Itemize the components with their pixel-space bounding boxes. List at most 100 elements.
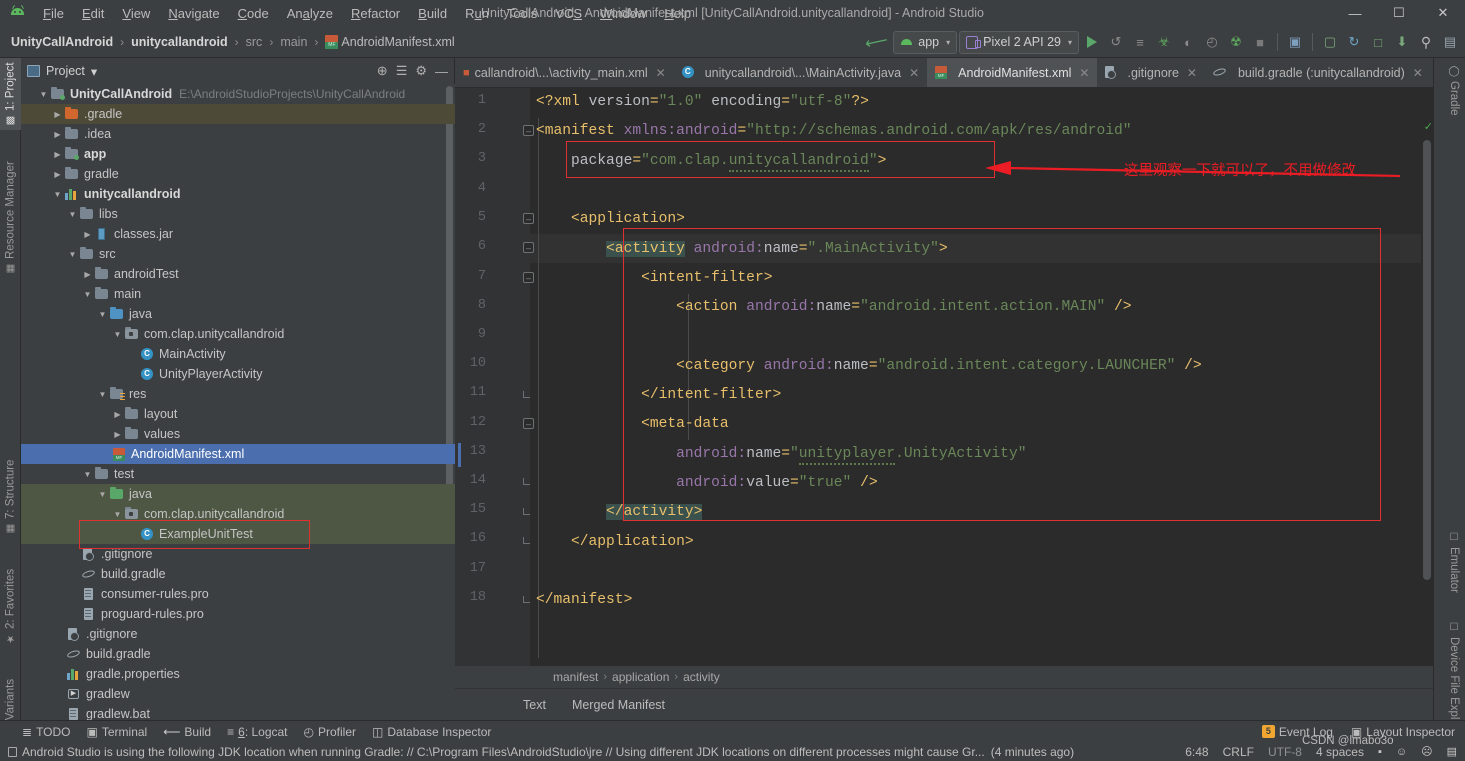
tree-item-module-gitignore[interactable]: .gitignore — [21, 544, 455, 564]
tool-window-terminal[interactable]: ▣ Terminal — [87, 725, 148, 739]
menu-navigate[interactable]: Navigate — [159, 3, 228, 24]
tree-item-values[interactable]: ▶ values — [21, 424, 455, 444]
tree-item-root-gitignore[interactable]: .gitignore — [21, 624, 455, 644]
ide-widget-icon[interactable]: ▤ — [1447, 745, 1457, 758]
tree-item-consumer-rules[interactable]: consumer-rules.pro — [21, 584, 455, 604]
editor-gutter[interactable]: 1 2 3 4 5 6 7 8 9 10 11 12 13 14 15 16 1… — [455, 88, 534, 688]
tool-window-todo[interactable]: ≣ TODO — [22, 725, 71, 739]
fold-end-marker-icon[interactable] — [523, 391, 530, 398]
menu-code[interactable]: Code — [229, 3, 278, 24]
tree-item-main-package[interactable]: ▼ com.clap.unitycallandroid — [21, 324, 455, 344]
hide-panel-icon[interactable]: — — [435, 64, 448, 79]
menu-refactor[interactable]: Refactor — [342, 3, 409, 24]
maximize-button[interactable]: ☐ — [1377, 0, 1421, 26]
tree-item-test[interactable]: ▼ test — [21, 464, 455, 484]
expand-arrow-icon[interactable]: ▶ — [111, 410, 124, 419]
menu-build[interactable]: Build — [409, 3, 456, 24]
tool-window-build[interactable]: ⟵ Build — [163, 725, 211, 739]
run-coverage-icon[interactable]: ☢ — [1225, 30, 1247, 54]
menu-help[interactable]: Help — [655, 3, 700, 24]
account-icon[interactable]: ▤ — [1439, 30, 1461, 54]
tree-item-unity-player-activity[interactable]: C UnityPlayerActivity — [21, 364, 455, 384]
minimize-button[interactable]: — — [1333, 0, 1377, 26]
tree-item-gradle-dir[interactable]: ▶ .gradle — [21, 104, 455, 124]
close-icon[interactable]: ✕ — [909, 66, 919, 80]
expand-arrow-icon[interactable]: ▶ — [51, 110, 64, 119]
tree-item-project-root[interactable]: ▼ UnityCallAndroid E:\AndroidStudioProje… — [21, 84, 455, 104]
expand-arrow-icon[interactable]: ▼ — [66, 210, 79, 219]
menu-view[interactable]: View — [113, 3, 159, 24]
expand-arrow-icon[interactable]: ▼ — [111, 330, 124, 339]
tab-text[interactable]: Text — [521, 692, 548, 723]
editor-scrollbar[interactable]: ✓ — [1421, 118, 1433, 688]
editor-breadcrumb-activity[interactable]: activity — [683, 670, 720, 684]
notification-icon[interactable] — [8, 746, 17, 757]
sdk-manager-icon[interactable]: ▣ — [1284, 30, 1306, 54]
apply-code-changes-icon[interactable]: ≡ — [1129, 30, 1151, 54]
menu-file[interactable]: File — [34, 3, 73, 24]
editor-scrollbar-thumb[interactable] — [1423, 140, 1431, 580]
close-button[interactable]: ✕ — [1421, 0, 1465, 26]
expand-arrow-icon[interactable]: ▶ — [51, 150, 64, 159]
tree-item-main-activity[interactable]: C MainActivity — [21, 344, 455, 364]
breadcrumb-item-main[interactable]: main — [276, 33, 311, 51]
fold-end-marker-icon[interactable] — [523, 508, 530, 515]
feedback-happy-icon[interactable]: ☺ — [1396, 746, 1407, 758]
expand-arrow-icon[interactable]: ▶ — [111, 430, 124, 439]
tree-item-proguard-rules[interactable]: proguard-rules.pro — [21, 604, 455, 624]
tree-item-example-unit-test[interactable]: C ExampleUnitTest — [21, 524, 455, 544]
close-icon[interactable]: ✕ — [1413, 66, 1423, 80]
breadcrumb-item-project[interactable]: UnityCallAndroid — [7, 33, 117, 51]
expand-arrow-icon[interactable]: ▼ — [51, 190, 64, 199]
close-icon[interactable]: ✕ — [656, 66, 666, 80]
debug-icon[interactable]: ☣ — [1153, 30, 1175, 54]
status-message[interactable]: Android Studio is using the following JD… — [22, 745, 985, 759]
breadcrumb-item-file[interactable]: MF AndroidManifest.xml — [321, 33, 458, 51]
tool-window-logcat[interactable]: ≡ 6: Logcat — [227, 725, 287, 739]
breadcrumb-item-src[interactable]: src — [242, 33, 267, 51]
fold-end-marker-icon[interactable] — [523, 596, 530, 603]
stop-icon[interactable]: ■ — [1249, 30, 1271, 54]
tree-item-layout[interactable]: ▶ layout — [21, 404, 455, 424]
collapse-all-icon[interactable]: ☰ — [396, 63, 408, 79]
caret-position[interactable]: 6:48 — [1185, 745, 1208, 759]
inspection-ok-icon[interactable]: ✓ — [1424, 120, 1433, 133]
tree-item-unitycallandroid-module[interactable]: ▼ unitycallandroid — [21, 184, 455, 204]
expand-arrow-icon[interactable]: ▼ — [96, 390, 109, 399]
expand-arrow-icon[interactable]: ▼ — [96, 310, 109, 319]
editor-breadcrumb-application[interactable]: application — [612, 670, 669, 684]
close-icon[interactable]: ✕ — [1079, 66, 1089, 80]
line-separator[interactable]: CRLF — [1223, 745, 1254, 759]
expand-arrow-icon[interactable]: ▼ — [81, 290, 94, 299]
project-view-chevron-down-icon[interactable]: ▾ — [91, 64, 97, 79]
editor-tab-main-activity-java[interactable]: C unitycallandroid\...\MainActivity.java… — [674, 58, 927, 87]
editor-tab-android-manifest-xml[interactable]: MF AndroidManifest.xml ✕ — [927, 58, 1098, 87]
run-button[interactable] — [1081, 30, 1103, 54]
apply-changes-icon[interactable]: ↺ — [1105, 30, 1127, 54]
tree-item-src[interactable]: ▼ src — [21, 244, 455, 264]
project-tree[interactable]: ▼ UnityCallAndroid E:\AndroidStudioProje… — [21, 84, 455, 720]
make-project-icon[interactable]: ⟵ — [860, 27, 893, 56]
settings-gear-icon[interactable]: ⚙ — [415, 63, 427, 79]
fold-end-marker-icon[interactable] — [523, 478, 530, 485]
tree-item-android-manifest[interactable]: MF AndroidManifest.xml — [21, 444, 455, 464]
tool-tab-emulator[interactable]: ☐ Emulator — [1443, 528, 1465, 608]
tree-item-android-test[interactable]: ▶ androidTest — [21, 264, 455, 284]
expand-arrow-icon[interactable]: ▼ — [66, 250, 79, 259]
tree-item-res[interactable]: ▼ res — [21, 384, 455, 404]
editor-breadcrumb-manifest[interactable]: manifest — [553, 670, 598, 684]
tool-tab-gradle[interactable]: ◯ Gradle — [1443, 62, 1465, 126]
tree-item-test-java[interactable]: ▼ java — [21, 484, 455, 504]
menu-edit[interactable]: Edit — [73, 3, 113, 24]
avd-manager-icon[interactable]: ▢ — [1319, 30, 1341, 54]
menu-analyze[interactable]: Analyze — [278, 3, 342, 24]
tree-item-app-module[interactable]: ▶ app — [21, 144, 455, 164]
tab-merged-manifest[interactable]: Merged Manifest — [570, 692, 667, 718]
expand-arrow-icon[interactable]: ▶ — [51, 130, 64, 139]
tree-item-test-package[interactable]: ▼ com.clap.unitycallandroid — [21, 504, 455, 524]
tree-item-gradle-folder[interactable]: ▶ gradle — [21, 164, 455, 184]
expand-arrow-icon[interactable]: ▶ — [81, 270, 94, 279]
expand-arrow-icon[interactable]: ▼ — [96, 490, 109, 499]
expand-arrow-icon[interactable]: ▼ — [111, 510, 124, 519]
tree-item-main[interactable]: ▼ main — [21, 284, 455, 304]
